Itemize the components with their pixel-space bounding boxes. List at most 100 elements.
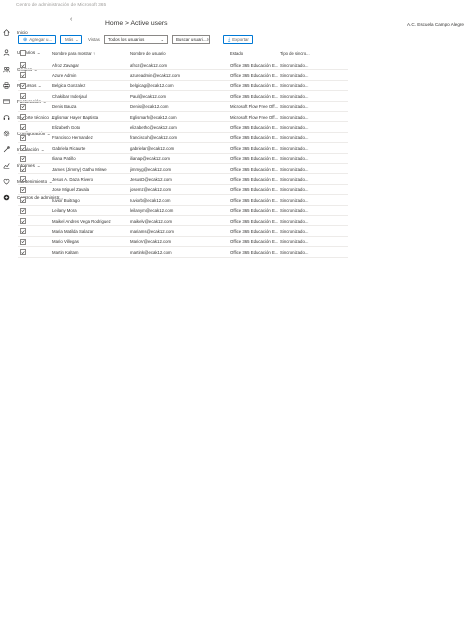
more-button[interactable]: Más ⌄ — [60, 35, 82, 44]
row-checkbox[interactable] — [20, 134, 26, 141]
row-checkbox[interactable] — [20, 93, 26, 100]
row-checkbox[interactable] — [20, 145, 26, 152]
user-status: Office 365 Educación E... — [230, 156, 278, 162]
row-checkbox[interactable] — [20, 124, 26, 131]
table-row[interactable]: Martin Kaltam martink@ecak12.com Office 36… — [18, 247, 348, 258]
user-display-name[interactable]: Maria Matilda Salazar — [52, 229, 130, 234]
user-status: Microsoft Flow Free Off... — [230, 114, 278, 120]
add-user-label: Agregar u... — [29, 37, 53, 42]
user-status: Office 365 Educación E... — [230, 187, 278, 193]
table-row[interactable]: Maikel Andres Vega Rodriguez maikelv@ecak… — [18, 216, 348, 227]
user-sync-type: Sincronizado... — [280, 166, 309, 172]
row-checkbox[interactable] — [20, 218, 26, 224]
export-button[interactable]: ⤓ Exportar — [223, 35, 253, 44]
user-display-name[interactable]: Francisco Hernandez — [52, 135, 130, 140]
user-username: ilianap@ecak12.com — [130, 156, 170, 162]
user-display-name[interactable]: James (Jimmy) Gathu Mirwe — [52, 167, 130, 172]
user-username: franciscoh@ecak12.com — [130, 135, 178, 141]
user-sync-type: Sincronizado... — [280, 104, 309, 110]
user-sync-type: Sincronizado... — [280, 239, 309, 245]
column-header-status[interactable]: Estado — [230, 51, 243, 56]
table-row[interactable]: Eglismar Hayer Baptista Eglismarh@ecak12.… — [18, 112, 348, 123]
chevron-down-icon: ⌄ — [75, 37, 79, 42]
home-icon — [3, 28, 10, 36]
table-row[interactable]: Iuvior Buitrago Iuviorb@ecak12.com Office … — [18, 195, 348, 206]
table-row[interactable]: Jose Miguel Zavala josemz@ecak12.com Offic… — [18, 185, 348, 196]
table-row[interactable]: Elizabeth Goto elizabethc@ecak12.com Offic… — [18, 122, 348, 133]
user-display-name[interactable]: Jesus A. Daza Rivero — [52, 177, 130, 182]
user-sync-type: Sincronizado... — [280, 145, 309, 151]
add-user-button[interactable]: ⊕ Agregar u... — [18, 35, 56, 44]
user-display-name[interactable]: Elizabeth Goto — [52, 125, 130, 130]
column-header-name[interactable]: Nombre para mostrar ↑ — [52, 51, 95, 56]
row-checkbox[interactable] — [20, 228, 26, 235]
user-display-name[interactable]: Mario Villegas — [52, 239, 130, 244]
user-display-name[interactable]: Leilany Mora — [52, 208, 130, 213]
user-sync-type: Sincronizado... — [280, 62, 309, 68]
row-checkbox[interactable] — [20, 176, 26, 183]
row-checkbox[interactable] — [20, 207, 26, 214]
user-status: Office 365 Educación E... — [230, 208, 278, 214]
table-row[interactable]: Chakibar Inderjaul Paul@ecak12.com Office … — [18, 91, 348, 102]
user-username: afroz@ecak12.com — [130, 62, 168, 68]
user-display-name[interactable]: Gabriela Ricaurte — [52, 146, 130, 151]
user-username: Iuviorb@ecak12.com — [130, 197, 171, 203]
user-username: MarioV@ecak12.com — [130, 239, 172, 245]
user-display-name[interactable]: Martin Kaltam — [52, 250, 130, 255]
row-checkbox[interactable] — [20, 166, 26, 172]
user-display-name[interactable]: Iuvior Buitrago — [52, 198, 130, 203]
table-row[interactable]: Francisco Hernandez franciscoh@ecak12.com… — [18, 133, 348, 144]
user-username: jimmyg@ecak12.com — [130, 166, 172, 172]
collapse-nav-button[interactable]: ‹ — [70, 16, 72, 23]
user-display-name[interactable]: Iliana Patiño — [52, 156, 130, 161]
group-icon — [3, 66, 10, 73]
user-display-name[interactable]: Chakibar Inderjaul — [52, 94, 130, 99]
user-display-name[interactable]: Belgica Gonzalez — [52, 83, 130, 88]
views-dropdown[interactable]: Todos los usuarios ⌄ — [104, 35, 168, 44]
row-checkbox[interactable] — [20, 103, 26, 110]
table-row[interactable]: Azure Admin azureadmin@ecak12.com Office 3… — [18, 70, 348, 81]
row-checkbox[interactable] — [20, 249, 26, 256]
user-username: Eglismarh@ecak12.com — [130, 114, 177, 120]
user-sync-type: Sincronizado... — [280, 197, 309, 203]
search-input[interactable]: Buscar usuari... ⌕ — [172, 35, 210, 44]
column-header-sync[interactable]: Tipo de sincro... — [280, 51, 310, 56]
user-sync-type: Sincronizado... — [280, 114, 309, 120]
table-row[interactable]: Leilany Mora leilanym@ecak12.com Office 36… — [18, 206, 348, 216]
user-display-name[interactable]: Azure Admin — [52, 73, 130, 78]
table-row[interactable]: Belgica Gonzalez belgicag@ecak12.com Offic… — [18, 81, 348, 92]
user-display-name[interactable]: Maikel Andres Vega Rodriguez — [52, 219, 130, 224]
table-row[interactable]: Mario Villegas MarioV@ecak12.com Office 36… — [18, 237, 348, 248]
user-sync-type: Sincronizado... — [280, 249, 309, 255]
organization-name: A.C. Escuela Campo Alegre — [407, 22, 464, 27]
select-all-checkbox[interactable] — [20, 50, 26, 56]
table-row[interactable]: Jesus A. Daza Rivero JesusD@ecak12.com Off… — [18, 174, 348, 185]
user-status: Office 365 Educación E... — [230, 93, 278, 99]
row-checkbox[interactable] — [20, 155, 26, 162]
row-checkbox[interactable] — [20, 62, 26, 68]
user-display-name[interactable]: Jose Miguel Zavala — [52, 187, 130, 192]
row-checkbox[interactable] — [20, 186, 26, 193]
user-display-name[interactable]: Afroz Zavagar — [52, 63, 130, 68]
views-value: Todos los usuarios — [108, 37, 145, 42]
row-checkbox[interactable] — [20, 82, 26, 89]
table-row[interactable]: Denis Bauza Denis@ecak12.com Microsoft Flo… — [18, 102, 348, 112]
user-status: Office 365 Educación E... — [230, 249, 278, 255]
wrench-icon — [3, 145, 10, 153]
user-username: Denis@ecak12.com — [130, 104, 169, 110]
row-checkbox[interactable] — [20, 72, 26, 79]
row-checkbox[interactable] — [20, 114, 26, 120]
table-row[interactable]: Afroz Zavagar afroz@ecak12.com Office 365 … — [18, 60, 348, 71]
column-header-username[interactable]: Nombre de usuario — [130, 51, 166, 56]
row-checkbox[interactable] — [20, 197, 26, 204]
table-row[interactable]: Iliana Patiño ilianap@ecak12.com Office 36… — [18, 154, 348, 164]
add-person-icon: ⊕ — [23, 36, 28, 43]
table-row[interactable]: James (Jimmy) Gathu Mirwe jimmyg@ecak12.c… — [18, 164, 348, 175]
user-display-name[interactable]: Denis Bauza — [52, 104, 130, 109]
table-row[interactable]: Maria Matilda Salazar mariams@ecak12.com O… — [18, 226, 348, 237]
table-row[interactable]: Gabriela Ricaurte gabrielar@ecak12.com Off… — [18, 143, 348, 154]
user-status: Microsoft Flow Free Off... — [230, 104, 278, 110]
views-label: Vistas — [88, 37, 100, 42]
user-display-name[interactable]: Eglismar Hayer Baptista — [52, 115, 130, 120]
row-checkbox[interactable] — [20, 238, 26, 245]
